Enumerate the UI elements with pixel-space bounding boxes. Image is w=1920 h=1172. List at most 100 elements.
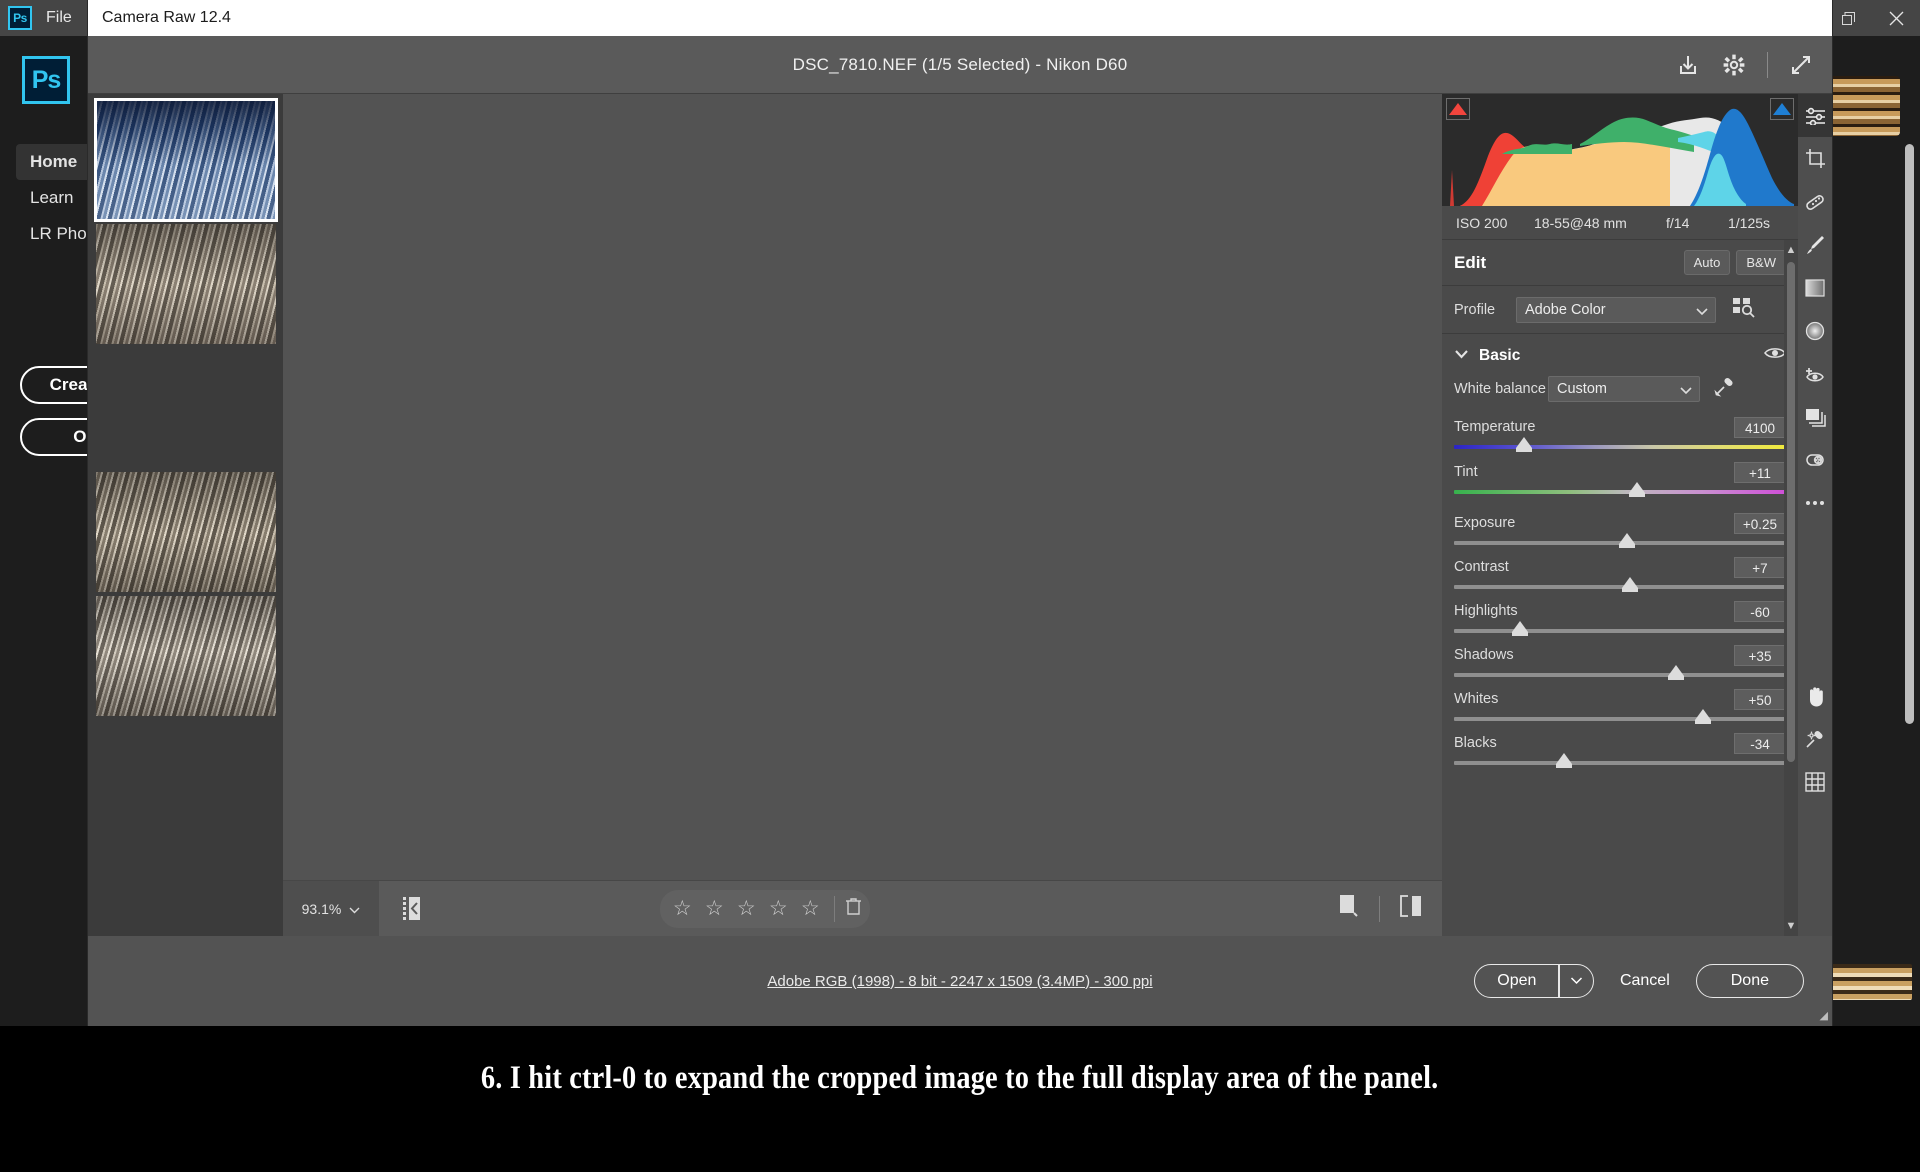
- histogram[interactable]: [1442, 94, 1798, 206]
- filmstrip-thumbnail-5[interactable]: [96, 596, 276, 716]
- auto-button[interactable]: Auto: [1683, 250, 1731, 275]
- slider-track[interactable]: [1454, 709, 1786, 724]
- slider-contrast[interactable]: Contrast +7: [1454, 556, 1786, 592]
- slider-track[interactable]: [1454, 665, 1786, 680]
- bw-button[interactable]: B&W: [1736, 250, 1786, 275]
- chevron-down-icon[interactable]: [1560, 972, 1593, 990]
- image-info-link[interactable]: Adobe RGB (1998) - 8 bit - 2247 x 1509 (…: [767, 973, 1152, 990]
- graduated-filter-icon[interactable]: [1798, 266, 1832, 309]
- slider-track[interactable]: [1454, 533, 1786, 548]
- slider-exposure[interactable]: Exposure +0.25: [1454, 512, 1786, 548]
- slider-highlights[interactable]: Highlights -60: [1454, 600, 1786, 636]
- slider-value[interactable]: 4100: [1734, 416, 1786, 438]
- slider-label: Tint: [1454, 464, 1478, 480]
- basic-section-header[interactable]: Basic: [1454, 346, 1786, 365]
- cancel-button[interactable]: Cancel: [1620, 972, 1670, 990]
- filmstrip-thumbnail-3[interactable]: [96, 348, 276, 468]
- slider-track[interactable]: [1454, 437, 1786, 452]
- slider-value[interactable]: +11: [1734, 461, 1786, 483]
- hand-tool-icon[interactable]: [1798, 674, 1832, 717]
- profile-browser-icon[interactable]: [1732, 296, 1756, 323]
- edit-sliders-icon[interactable]: [1798, 94, 1832, 137]
- zoom-control[interactable]: 93.1%: [283, 880, 379, 937]
- filmstrip-thumbnail-1[interactable]: [94, 98, 278, 222]
- slider-whites[interactable]: Whites +50: [1454, 688, 1786, 724]
- adjustment-brush-icon[interactable]: [1798, 223, 1832, 266]
- slider-value[interactable]: +50: [1734, 688, 1786, 710]
- gear-icon[interactable]: [1721, 52, 1747, 78]
- star-3[interactable]: ☆: [732, 896, 760, 921]
- filmstrip-collapse-icon[interactable]: [401, 894, 427, 924]
- trash-icon[interactable]: [845, 896, 862, 921]
- close-icon[interactable]: [1872, 0, 1920, 36]
- slider-value[interactable]: -34: [1734, 732, 1786, 754]
- rating-control[interactable]: ☆ ☆ ☆ ☆ ☆: [660, 889, 871, 928]
- white-balance-value: Custom: [1557, 380, 1607, 397]
- star-5[interactable]: ☆: [796, 896, 824, 921]
- slider-handle[interactable]: [1515, 437, 1532, 452]
- slider-temperature[interactable]: Temperature 4100: [1454, 416, 1786, 452]
- slider-value[interactable]: +7: [1734, 556, 1786, 578]
- eyedropper-icon[interactable]: [1714, 375, 1736, 402]
- open-button-group[interactable]: Open: [1474, 964, 1594, 998]
- resize-grip-icon[interactable]: ◢: [1820, 1009, 1828, 1022]
- filmstrip-thumbnail-4[interactable]: [96, 472, 276, 592]
- grid-overlay-icon[interactable]: [1798, 760, 1832, 803]
- presets-icon[interactable]: [1798, 438, 1832, 481]
- star-1[interactable]: ☆: [668, 896, 696, 921]
- save-icon[interactable]: [1675, 52, 1701, 78]
- profile-select[interactable]: Adobe Color: [1516, 296, 1716, 323]
- chevron-down-icon[interactable]: [1454, 347, 1469, 365]
- raw-image-preview[interactable]: [382, 192, 1344, 838]
- more-options-icon[interactable]: [1798, 481, 1832, 524]
- white-balance-select[interactable]: Custom: [1548, 375, 1700, 402]
- slider-shadows[interactable]: Shadows +35: [1454, 644, 1786, 680]
- eye-icon[interactable]: [1764, 346, 1786, 365]
- crop-icon[interactable]: [1798, 137, 1832, 180]
- snapshots-icon[interactable]: [1798, 395, 1832, 438]
- filmstrip-thumbnail-2[interactable]: [96, 224, 276, 344]
- slider-tint[interactable]: Tint +11: [1454, 461, 1786, 497]
- chevron-down-icon[interactable]: [349, 901, 360, 917]
- slider-track[interactable]: [1454, 621, 1786, 636]
- edit-panel-scrollbar[interactable]: ▲ ▼: [1784, 240, 1798, 936]
- star-4[interactable]: ☆: [764, 896, 792, 921]
- star-2[interactable]: ☆: [700, 896, 728, 921]
- menu-file[interactable]: File: [46, 9, 72, 27]
- scroll-up-icon[interactable]: ▲: [1784, 240, 1798, 260]
- slider-blacks[interactable]: Blacks -34: [1454, 732, 1786, 768]
- recent-file-thumbnail[interactable]: [1822, 76, 1900, 136]
- slider-value[interactable]: -60: [1734, 600, 1786, 622]
- scrollbar-thumb[interactable]: [1787, 262, 1795, 762]
- slider-track[interactable]: [1454, 482, 1786, 497]
- slider-handle[interactable]: [1695, 709, 1711, 724]
- done-button[interactable]: Done: [1695, 964, 1804, 998]
- highlight-clipping-indicator[interactable]: [1770, 98, 1794, 120]
- slider-value[interactable]: +0.25: [1734, 512, 1786, 534]
- slider-handle[interactable]: [1621, 577, 1638, 592]
- radial-filter-icon[interactable]: [1798, 309, 1832, 352]
- slider-label: Whites: [1454, 691, 1499, 707]
- white-balance-label: White balance: [1454, 380, 1546, 397]
- fullscreen-icon[interactable]: [1788, 52, 1814, 78]
- image-preview-area[interactable]: [283, 94, 1442, 936]
- sidebar-item-label: Home: [30, 152, 78, 171]
- white-balance-tool-icon[interactable]: [1798, 717, 1832, 760]
- slider-handle[interactable]: [1618, 533, 1635, 548]
- edit-title: Edit: [1454, 252, 1487, 272]
- slider-value[interactable]: +35: [1734, 644, 1786, 666]
- open-button[interactable]: Open: [1475, 972, 1558, 990]
- home-scrollbar[interactable]: [1905, 144, 1914, 724]
- slider-handle[interactable]: [1512, 621, 1529, 636]
- red-eye-icon[interactable]: [1798, 352, 1832, 395]
- healing-brush-icon[interactable]: [1798, 180, 1832, 223]
- slider-handle[interactable]: [1628, 482, 1645, 497]
- slider-handle[interactable]: [1668, 665, 1685, 680]
- slider-handle[interactable]: [1555, 753, 1572, 768]
- compare-view-icon[interactable]: [1398, 894, 1424, 923]
- slider-track[interactable]: [1454, 753, 1786, 768]
- single-view-icon[interactable]: [1337, 893, 1361, 924]
- slider-track[interactable]: [1454, 577, 1786, 592]
- shadow-clipping-indicator[interactable]: [1446, 98, 1470, 120]
- scroll-down-icon[interactable]: ▼: [1784, 916, 1798, 936]
